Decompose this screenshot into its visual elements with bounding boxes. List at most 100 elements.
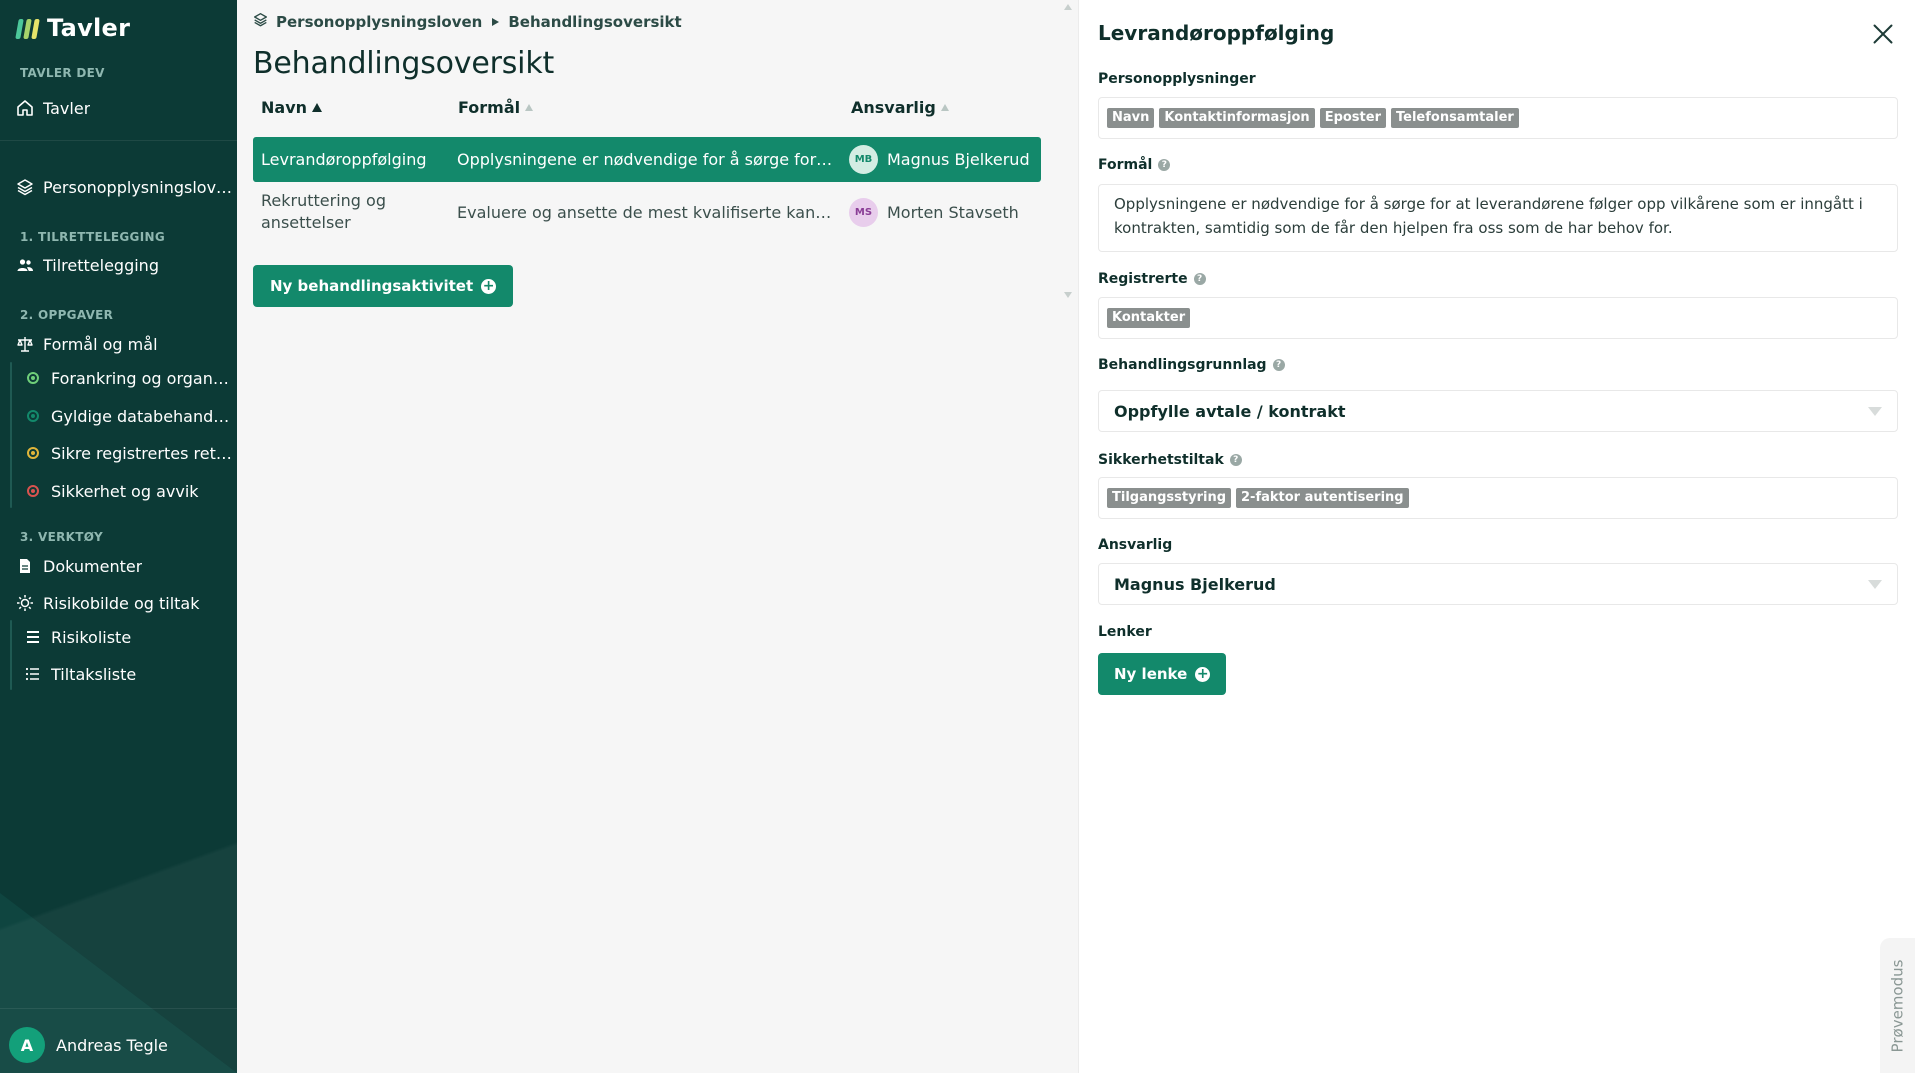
sidebar-item-dokumenter[interactable]: Dokumenter — [16, 553, 233, 579]
personopplysninger-field[interactable]: Navn Kontaktinformasjon Eposter Telefons… — [1098, 97, 1898, 139]
sidebar-item-tavler[interactable]: Tavler — [16, 95, 233, 121]
field-label-formal: Formål ? — [1098, 157, 1171, 173]
column-header-formal[interactable]: Formål — [458, 98, 534, 117]
tree-line — [10, 620, 12, 690]
column-header-ansvarlig[interactable]: Ansvarlig — [851, 98, 949, 117]
breadcrumb-link[interactable]: Personopplysningsloven — [276, 13, 482, 31]
help-icon[interactable]: ? — [1229, 454, 1242, 466]
tree-line — [10, 362, 12, 508]
sidebar-divider — [0, 1008, 237, 1009]
table-row[interactable]: Levrandøroppfølging Opplysningene er nød… — [253, 137, 1041, 182]
column-header-navn[interactable]: Navn — [261, 98, 323, 117]
sidebar-item-risikoliste[interactable]: Risikoliste — [24, 624, 233, 650]
tag[interactable]: Telefonsamtaler — [1391, 108, 1519, 128]
sidebar-item-label: Risikoliste — [51, 627, 132, 647]
sidebar-item-label: Dokumenter — [43, 556, 143, 576]
field-label: Lenker — [1098, 624, 1152, 640]
close-icon[interactable] — [1871, 22, 1895, 46]
sidebar-item-forankring[interactable]: Forankring og organise… — [24, 365, 233, 391]
avatar: MS — [849, 197, 878, 227]
select-value: Magnus Bjelkerud — [1114, 574, 1276, 594]
scroll-up-icon[interactable] — [1064, 4, 1072, 10]
sort-ascending-icon — [312, 103, 323, 112]
button-label: Ny behandlingsaktivitet — [270, 277, 474, 295]
sidebar-item-label: Sikre registrertes rettigh… — [51, 443, 233, 463]
layers-icon — [253, 12, 268, 31]
sidebar-item-tiltaksliste[interactable]: Tiltaksliste — [24, 661, 233, 687]
field-label: Sikkerhetstiltak — [1098, 452, 1224, 468]
sidebar-item-label: Tilrettelegging — [43, 255, 159, 275]
sidebar-item-risikobilde[interactable]: Risikobilde og tiltak — [16, 590, 233, 616]
user-menu[interactable]: A Andreas Tegle — [9, 1027, 168, 1063]
registrerte-field[interactable]: Kontakter — [1098, 297, 1898, 339]
new-activity-button[interactable]: Ny behandlingsaktivitet + — [253, 265, 514, 307]
formal-textarea[interactable]: Opplysningene er nødvendige for å sørge … — [1098, 184, 1898, 252]
avatar: A — [9, 1027, 45, 1063]
column-header-label: Ansvarlig — [851, 98, 936, 117]
users-icon — [16, 256, 34, 274]
help-icon[interactable]: ? — [1272, 359, 1285, 371]
user-name: Andreas Tegle — [56, 1035, 168, 1055]
sidebar-item-label: Personopplysningslov… — [43, 177, 233, 197]
help-icon[interactable]: ? — [1193, 273, 1206, 285]
sidebar-item-label: Gyldige databehandlin… — [51, 406, 233, 426]
owner-name: Morten Stavseth — [887, 202, 1019, 222]
tag[interactable]: Eposter — [1319, 108, 1386, 128]
chevron-down-icon — [1868, 406, 1882, 416]
section-label-verktoy: 3. VERKTØY — [20, 530, 103, 544]
list-icon — [24, 628, 42, 646]
help-icon[interactable]: ? — [1158, 159, 1171, 171]
bulleted-list-icon — [24, 665, 42, 683]
sidebar-item-formal[interactable]: Formål og mål — [16, 331, 233, 357]
sidebar-item-tilrettelegging[interactable]: Tilrettelegging — [16, 252, 233, 278]
select-value: Oppfylle avtale / kontrakt — [1114, 401, 1346, 421]
demo-mode-label: Prøvemodus — [1888, 959, 1907, 1052]
field-label-behandlingsgrunnlag: Behandlingsgrunnlag ? — [1098, 357, 1285, 373]
tag[interactable]: Kontaktinformasjon — [1159, 108, 1315, 128]
sidebar-item-label: Forankring og organise… — [51, 368, 233, 388]
sidebar-item-label: Sikkerhet og avvik — [51, 481, 199, 501]
sidebar: Tavler TAVLER DEV Tavler Personopplysnin… — [0, 0, 237, 1073]
sidebar-item-gyldige[interactable]: Gyldige databehandlin… — [24, 403, 233, 429]
tag[interactable]: Tilgangsstyring — [1107, 488, 1232, 508]
ansvarlig-select[interactable]: Magnus Bjelkerud — [1098, 563, 1898, 605]
target-icon — [24, 407, 42, 425]
section-label-oppgaver: 2. OPPGAVER — [20, 308, 114, 322]
sikkerhetstiltak-field[interactable]: Tilgangsstyring 2-faktor autentisering — [1098, 477, 1898, 519]
scroll-down-icon[interactable] — [1064, 292, 1072, 298]
chevron-down-icon — [1868, 579, 1882, 589]
cell-name: Rekruttering og ansettelser — [261, 191, 386, 232]
new-link-button[interactable]: Ny lenke + — [1098, 653, 1227, 695]
app-name: Tavler — [47, 14, 131, 42]
cell-owner: MB Magnus Bjelkerud — [849, 145, 1030, 174]
tag[interactable]: 2-faktor autentisering — [1236, 488, 1409, 508]
target-icon — [24, 482, 42, 500]
owner-name: Magnus Bjelkerud — [887, 150, 1030, 169]
detail-panel: Levrandøroppfølging Personopplysninger N… — [1078, 0, 1915, 1073]
sidebar-item-sikkerhet[interactable]: Sikkerhet og avvik — [24, 478, 233, 504]
table-row[interactable]: Rekruttering og ansettelser Evaluere og … — [253, 186, 1041, 238]
button-label: Ny lenke — [1114, 665, 1188, 683]
sidebar-item-sikre[interactable]: Sikre registrertes rettigh… — [24, 440, 233, 466]
field-label-sikkerhetstiltak: Sikkerhetstiltak ? — [1098, 452, 1242, 468]
target-icon — [24, 444, 42, 462]
cell-purpose: Opplysningene er nødvendige for å sørge … — [457, 150, 837, 169]
sidebar-divider — [0, 140, 237, 141]
cell-purpose: Evaluere og ansette de mest kvalifiserte… — [457, 202, 837, 222]
cell-name: Levrandøroppfølging — [261, 150, 427, 169]
tag[interactable]: Navn — [1107, 108, 1155, 128]
sort-icon — [940, 104, 949, 111]
panel-title: Levrandøroppfølging — [1098, 21, 1335, 45]
field-label: Ansvarlig — [1098, 537, 1173, 553]
document-icon — [16, 557, 34, 575]
home-icon — [16, 99, 34, 117]
field-label: Personopplysninger — [1098, 71, 1256, 87]
sidebar-item-board[interactable]: Personopplysningslov… — [16, 174, 233, 200]
tag[interactable]: Kontakter — [1107, 308, 1191, 328]
app-logo[interactable]: Tavler — [15, 14, 131, 42]
field-label: Behandlingsgrunnlag — [1098, 357, 1267, 373]
behandlingsgrunnlag-select[interactable]: Oppfylle avtale / kontrakt — [1098, 390, 1898, 432]
scale-icon — [16, 335, 34, 353]
field-label-registrerte: Registrerte ? — [1098, 271, 1206, 287]
demo-mode-tab[interactable]: Prøvemodus — [1880, 938, 1915, 1073]
